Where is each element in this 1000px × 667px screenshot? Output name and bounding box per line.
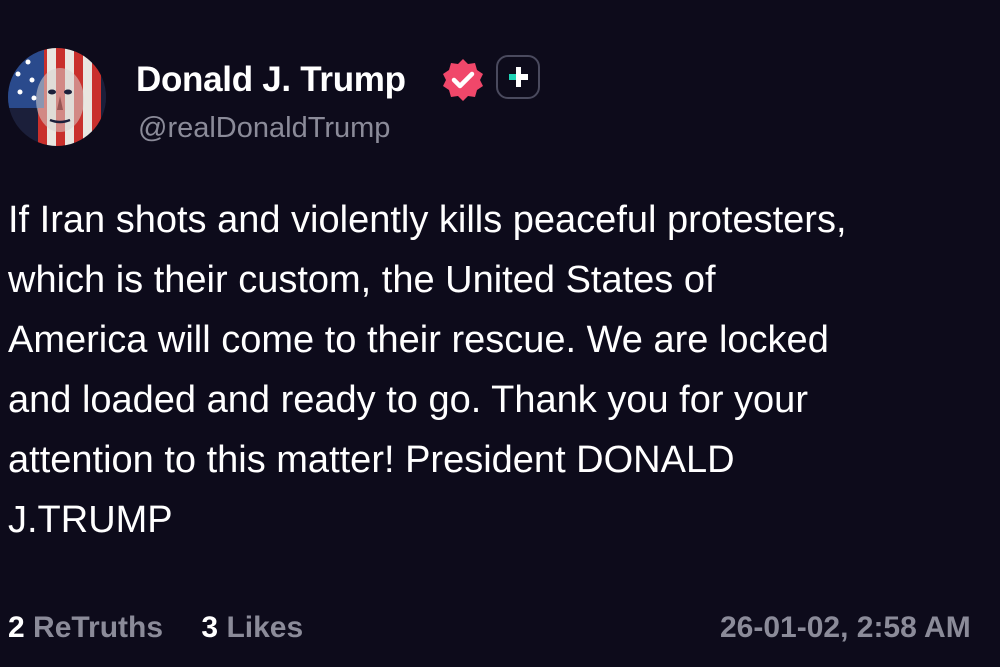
author-avatar[interactable] <box>8 48 106 146</box>
post-timestamp[interactable]: 26-01-02, 2:58 AM <box>720 608 971 648</box>
plus-badge-icon[interactable] <box>496 55 540 99</box>
author-display-name[interactable]: Donald J. Trump <box>136 58 406 102</box>
post-body: If Iran shots and violently kills peacef… <box>8 190 1000 550</box>
post-body-line: attention to this matter! President DONA… <box>8 439 735 481</box>
author-handle[interactable]: @realDonaldTrump <box>138 108 390 148</box>
truth-post: Donald J. Trump @realDonaldTrump If Iran… <box>0 0 1000 667</box>
post-body-line: J.TRUMP <box>8 499 173 541</box>
verified-badge-icon <box>443 59 483 101</box>
plus-icon <box>509 67 528 87</box>
likes-count: 3 <box>201 611 219 644</box>
retruths-label: ReTruths <box>33 611 164 644</box>
post-body-line: and loaded and ready to go. Thank you fo… <box>8 379 808 421</box>
post-body-line: which is their custom, the United States… <box>8 259 716 301</box>
retruths-stat[interactable]: 2 ReTruths <box>8 611 171 644</box>
post-body-line: If Iran shots and violently kills peacef… <box>8 199 847 241</box>
flag-portrait-avatar-icon <box>8 48 106 146</box>
retruths-count: 2 <box>8 611 25 644</box>
post-stats: 2 ReTruths 3 Likes <box>8 608 303 648</box>
post-body-line: America will come to their rescue. We ar… <box>8 319 829 361</box>
likes-stat[interactable]: 3 Likes <box>201 611 303 644</box>
likes-label: Likes <box>226 611 304 644</box>
